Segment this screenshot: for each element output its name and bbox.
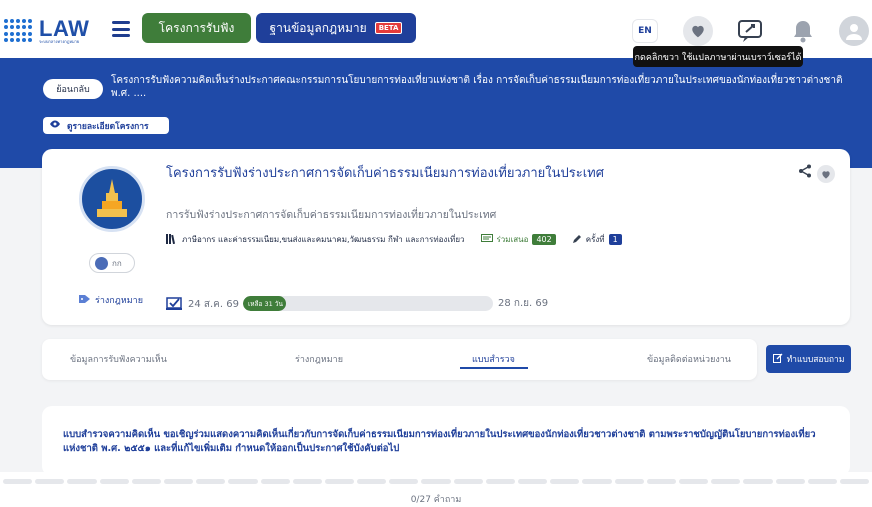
question-segment bbox=[807, 479, 837, 484]
books-icon bbox=[166, 233, 178, 246]
question-segment bbox=[421, 479, 451, 484]
law-database-label: ฐานข้อมูลกฎหมาย bbox=[269, 20, 367, 35]
time-remaining-progress: เหลือ 31 วัน bbox=[243, 296, 493, 311]
law-logo[interactable]: LAW ระบบกลางทางกฎหมาย bbox=[4, 16, 89, 46]
question-segment bbox=[196, 479, 226, 484]
user-pill[interactable]: กก bbox=[89, 253, 135, 273]
active-tab-underline bbox=[460, 367, 528, 369]
question-segment bbox=[582, 479, 612, 484]
calendar-check-icon bbox=[166, 296, 182, 313]
question-segment bbox=[711, 479, 741, 484]
question-segment bbox=[3, 479, 33, 484]
edit-icon bbox=[772, 353, 783, 366]
survey-intro: แบบสำรวจความคิดเห็น ขอเชิญร่วมแสดงความคิ… bbox=[63, 429, 816, 454]
question-segment bbox=[260, 479, 290, 484]
law-type-label: ร่างกฎหมาย bbox=[95, 296, 143, 306]
take-survey-button[interactable]: ทำแบบสอบถาม bbox=[766, 345, 851, 373]
start-date: 24 ส.ค. 69 bbox=[166, 296, 239, 313]
participants-count-badge: 402 bbox=[532, 234, 556, 245]
round-label: ครั้งที่ bbox=[585, 235, 605, 244]
comment-icon bbox=[480, 233, 493, 246]
round-badge: 1 bbox=[608, 234, 622, 245]
tab-agency-contact[interactable]: ข้อมูลติดต่อหน่วยงาน bbox=[647, 352, 731, 366]
pencil-icon bbox=[572, 234, 582, 246]
like-heart-icon[interactable] bbox=[817, 165, 835, 183]
question-segment bbox=[131, 479, 161, 484]
back-button[interactable]: ย้อนกลับ bbox=[43, 79, 103, 99]
question-segment bbox=[646, 479, 676, 484]
progress-fill: เหลือ 31 วัน bbox=[243, 296, 286, 311]
user-icon bbox=[95, 256, 108, 270]
participants-label: ร่วมเสนอ bbox=[496, 235, 529, 244]
question-segment bbox=[518, 479, 548, 484]
question-segment bbox=[839, 479, 870, 484]
eye-icon bbox=[49, 120, 61, 131]
tag-icon bbox=[79, 294, 91, 307]
user-avatar-icon[interactable] bbox=[839, 16, 869, 46]
start-date-text: 24 ส.ค. 69 bbox=[188, 299, 239, 310]
question-segment bbox=[357, 479, 387, 484]
project-detail-button[interactable]: ดูรายละเอียดโครงการ bbox=[43, 117, 169, 134]
projects-button[interactable]: โครงการรับฟัง bbox=[142, 13, 251, 43]
tab-survey[interactable]: แบบสำรวจ bbox=[472, 352, 515, 366]
question-segment bbox=[485, 479, 515, 484]
translate-tooltip: กดคลิกขวา ใช้แปลภาษาผ่านเบราว์เซอร์ได้ bbox=[633, 46, 803, 67]
project-detail-label: ดูรายละเอียดโครงการ bbox=[67, 121, 149, 132]
user-pill-label: กก bbox=[112, 258, 122, 268]
question-segment bbox=[743, 479, 773, 484]
tab-draft-law[interactable]: ร่างกฎหมาย bbox=[295, 352, 343, 366]
hamburger-icon[interactable] bbox=[112, 21, 130, 37]
end-date: 28 ก.ย. 69 bbox=[498, 298, 549, 309]
logo-word: LAW bbox=[39, 15, 90, 41]
tab-hearing-info[interactable]: ข้อมูลการรับฟังความเห็น bbox=[70, 352, 167, 366]
question-segment bbox=[324, 479, 355, 484]
banner-title: โครงการรับฟังความคิดเห็นร่างประกาศคณะกรร… bbox=[111, 75, 843, 99]
question-segment bbox=[292, 479, 322, 484]
project-meta-row: ภาษีอากร และค่าธรรมเนียม,ขนส่งและคมนาคม,… bbox=[166, 233, 622, 246]
law-database-button[interactable]: ฐานข้อมูลกฎหมาย BETA bbox=[256, 13, 416, 43]
logo-subtitle: ระบบกลางทางกฎหมาย bbox=[39, 38, 80, 44]
question-segment bbox=[228, 479, 258, 484]
question-segment bbox=[678, 479, 709, 484]
question-counter: 0/27 คำถาม bbox=[410, 495, 462, 505]
notification-bell-icon[interactable] bbox=[788, 16, 818, 46]
question-segment bbox=[550, 479, 580, 484]
logo-dots-icon bbox=[4, 19, 34, 43]
question-segment bbox=[163, 479, 194, 484]
question-segment bbox=[614, 479, 644, 484]
question-segment bbox=[35, 479, 65, 484]
question-segment bbox=[99, 479, 129, 484]
beta-badge: BETA bbox=[374, 22, 403, 34]
question-segment bbox=[453, 479, 483, 484]
question-segment bbox=[67, 479, 97, 484]
agency-emblem bbox=[79, 166, 145, 232]
projects-button-label: โครงการรับฟัง bbox=[158, 20, 235, 35]
translate-icon[interactable] bbox=[735, 16, 765, 46]
law-type-tag: ร่างกฎหมาย bbox=[79, 293, 143, 307]
remaining-label: เหลือ 31 วัน bbox=[248, 299, 283, 308]
question-segments bbox=[0, 479, 872, 484]
share-icon[interactable] bbox=[798, 164, 812, 182]
project-title[interactable]: โครงการรับฟังร่างประกาศการจัดเก็บค่าธรรม… bbox=[166, 162, 604, 183]
take-survey-label: ทำแบบสอบถาม bbox=[786, 355, 845, 365]
language-toggle[interactable]: EN bbox=[632, 19, 658, 43]
project-description: การรับฟังร่างประกาศการจัดเก็บค่าธรรมเนีย… bbox=[166, 209, 497, 221]
question-segment bbox=[775, 479, 805, 484]
project-categories: ภาษีอากร และค่าธรรมเนียม,ขนส่งและคมนาคม,… bbox=[182, 235, 465, 244]
favorites-heart-icon[interactable] bbox=[683, 16, 713, 46]
question-segment bbox=[389, 479, 419, 484]
